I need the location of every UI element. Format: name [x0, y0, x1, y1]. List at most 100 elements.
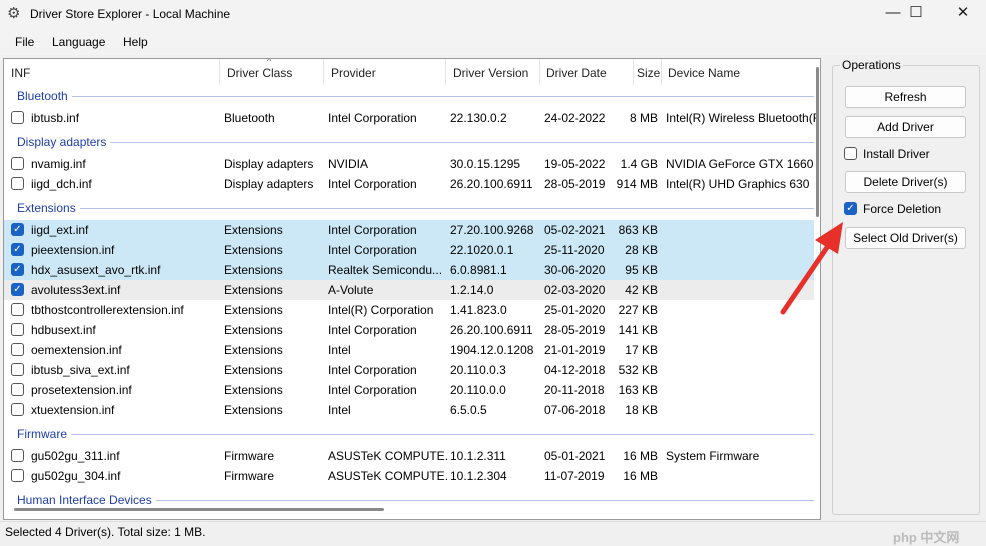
cell-version: 10.1.2.304 [450, 469, 507, 483]
group-header[interactable]: Display adapters [4, 131, 814, 153]
row-checkbox[interactable] [11, 343, 24, 356]
cell-size: 163 KB [618, 383, 658, 397]
table-row[interactable]: nvamig.inf Display adapters NVIDIA 30.0.15.… [4, 154, 816, 174]
status-bar: Selected 4 Driver(s). Total size: 1 MB. [0, 521, 986, 543]
row-checkbox[interactable] [11, 469, 24, 482]
column-divider[interactable] [219, 59, 220, 85]
table-row[interactable]: ✓ pieextension.inf Extensions Intel Corpora… [4, 240, 814, 260]
operations-label: Operations [840, 58, 903, 72]
row-checkbox[interactable] [11, 157, 24, 170]
driver-list[interactable]: INF ^ Driver Class Provider Driver Versi… [3, 58, 821, 520]
row-checkbox[interactable] [11, 363, 24, 376]
group-divider [17, 142, 814, 143]
group-header[interactable]: Extensions [4, 197, 814, 219]
delete-drivers-button[interactable]: Delete Driver(s) [845, 171, 966, 193]
cell-version: 22.130.0.2 [450, 111, 507, 125]
row-checkbox[interactable] [11, 449, 24, 462]
table-row[interactable]: ✓ iigd_ext.inf Extensions Intel Corporation… [4, 220, 814, 240]
row-checkbox[interactable] [11, 111, 24, 124]
menu-help[interactable]: Help [123, 35, 148, 49]
maximize-button[interactable]: ☐ [893, 0, 939, 28]
table-row[interactable]: iigd_dch.inf Display adapters Intel Corpor… [4, 174, 814, 194]
column-driver-class[interactable]: Driver Class [227, 66, 292, 80]
group-header[interactable]: Bluetooth [4, 85, 814, 107]
cell-version: 1904.12.0.1208 [450, 343, 534, 357]
table-row[interactable]: xtuextension.inf Extensions Intel 6.5.0.5 07… [4, 400, 814, 420]
group-divider [17, 208, 814, 209]
column-driver-version[interactable]: Driver Version [453, 66, 528, 80]
vertical-scrollbar[interactable] [816, 67, 819, 217]
close-button[interactable]: ✕ [940, 0, 986, 28]
horizontal-scrollbar[interactable] [14, 508, 384, 511]
menu-language[interactable]: Language [52, 35, 105, 49]
cell-cls: Display adapters [224, 157, 314, 171]
cell-version: 6.0.8981.1 [450, 263, 507, 277]
cell-inf: gu502gu_304.inf [31, 469, 121, 483]
cell-version: 20.110.0.0 [450, 383, 506, 397]
cell-provider: Intel Corporation [328, 177, 417, 191]
cell-size: 16 MB [623, 469, 658, 483]
cell-cls: Extensions [224, 403, 283, 417]
cell-inf: oemextension.inf [31, 343, 122, 357]
row-checkbox[interactable] [11, 303, 24, 316]
column-device-name[interactable]: Device Name [668, 66, 740, 80]
table-row[interactable]: ✓ avolutess3ext.inf Extensions A-Volute 1.2.… [4, 280, 814, 300]
cell-cls: Extensions [224, 223, 283, 237]
table-row[interactable]: hdbusext.inf Extensions Intel Corporation 2… [4, 320, 814, 340]
group-label: Display adapters [17, 135, 111, 149]
cell-version: 22.1020.0.1 [450, 243, 514, 257]
column-divider[interactable] [661, 59, 662, 85]
cell-size: 141 KB [618, 323, 658, 337]
select-old-drivers-button[interactable]: Select Old Driver(s) [845, 227, 966, 249]
cell-inf: iigd_dch.inf [31, 177, 92, 191]
cell-cls: Bluetooth [224, 111, 275, 125]
table-row[interactable]: ✓ hdx_asusext_avo_rtk.inf Extensions Realte… [4, 260, 814, 280]
table-row[interactable]: tbthostcontrollerextension.inf Extensions… [4, 300, 814, 320]
cell-size: 18 KB [625, 403, 658, 417]
menu-file[interactable]: File [15, 35, 34, 49]
table-row[interactable]: oemextension.inf Extensions Intel 1904.12.0… [4, 340, 814, 360]
row-checkbox[interactable]: ✓ [11, 223, 24, 236]
table-row[interactable]: ibtusb_siva_ext.inf Extensions Intel Corpo… [4, 360, 814, 380]
cell-version: 1.2.14.0 [450, 283, 494, 297]
cell-cls: Extensions [224, 323, 283, 337]
cell-cls: Extensions [224, 263, 283, 277]
column-inf[interactable]: INF [11, 66, 30, 80]
cell-device: System Firmware [666, 449, 760, 463]
cell-device: Intel(R) UHD Graphics 630 [666, 177, 810, 191]
table-row[interactable]: ibtusb.inf Bluetooth Intel Corporation 22.1… [4, 108, 816, 128]
refresh-button[interactable]: Refresh [845, 86, 966, 108]
cell-inf: prosetextension.inf [31, 383, 132, 397]
column-divider[interactable] [323, 59, 324, 85]
group-header[interactable]: Firmware [4, 423, 814, 445]
cell-provider: Intel Corporation [328, 111, 417, 125]
cell-size: 532 KB [618, 363, 658, 377]
cell-version: 27.20.100.9268 [450, 223, 534, 237]
column-driver-date[interactable]: Driver Date [546, 66, 607, 80]
row-checkbox[interactable]: ✓ [11, 243, 24, 256]
cell-inf: nvamig.inf [31, 157, 86, 171]
table-row[interactable]: gu502gu_304.inf Firmware ASUSTeK COMPUTE..… [4, 466, 814, 486]
table-row[interactable]: gu502gu_311.inf Firmware ASUSTeK COMPUTE..… [4, 446, 814, 466]
cell-version: 1.41.823.0 [450, 303, 507, 317]
column-provider[interactable]: Provider [331, 66, 376, 80]
cell-version: 26.20.100.6911 [450, 177, 533, 191]
column-divider[interactable] [633, 59, 634, 85]
add-driver-button[interactable]: Add Driver [845, 116, 966, 138]
column-divider[interactable] [539, 59, 540, 85]
row-checkbox[interactable]: ✓ [11, 283, 24, 296]
column-divider[interactable] [445, 59, 446, 85]
status-text: Selected 4 Driver(s). Total size: 1 MB. [5, 525, 206, 539]
row-checkbox[interactable]: ✓ [11, 263, 24, 276]
title-bar: ⚙ Driver Store Explorer - Local Machine … [0, 0, 986, 28]
force-deletion-label: Force Deletion [863, 202, 942, 216]
cell-provider: ASUSTeK COMPUTE... [328, 469, 448, 483]
cell-size: 16 MB [623, 449, 658, 463]
row-checkbox[interactable] [11, 323, 24, 336]
column-size[interactable]: Size [637, 66, 660, 80]
table-row[interactable]: prosetextension.inf Extensions Intel Corpo… [4, 380, 814, 400]
install-driver-label: Install Driver [863, 147, 930, 161]
row-checkbox[interactable] [11, 383, 24, 396]
row-checkbox[interactable] [11, 177, 24, 190]
row-checkbox[interactable] [11, 403, 24, 416]
